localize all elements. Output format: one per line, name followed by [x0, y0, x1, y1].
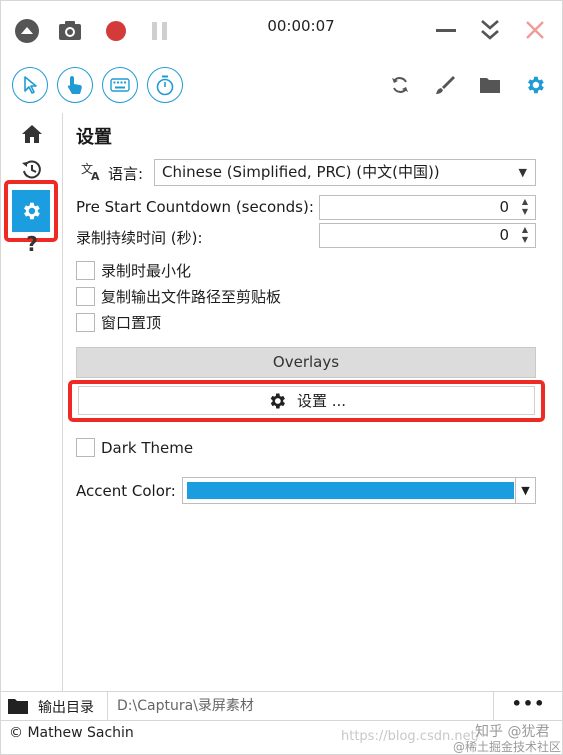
folder-icon[interactable] — [7, 697, 29, 719]
duration-label: 录制持续时间 (秒): — [76, 229, 203, 247]
copyright-text: © Mathew Sachin — [9, 725, 134, 741]
chevron-down-icon: ▼ — [518, 166, 527, 179]
gear-icon[interactable] — [521, 71, 549, 99]
output-bar: 输出目录 D:\Captura\录屏素材 ••• — [1, 691, 563, 721]
recording-timer: 00:00:07 — [267, 17, 335, 35]
timer-icon — [156, 75, 174, 96]
cursor-icon — [24, 76, 37, 94]
checkbox-topmost-label: 窗口置顶 — [101, 314, 162, 332]
duration-value: 0 — [499, 226, 509, 244]
dark-theme-checkbox[interactable] — [76, 438, 95, 457]
refresh-icon[interactable] — [386, 71, 414, 99]
translate-icon: 文A — [81, 161, 103, 185]
duration-stepper[interactable]: 0 ▲ ▼ — [319, 223, 536, 248]
overlay-settings-label: 设置 ... — [296, 392, 347, 410]
dark-theme-label: Dark Theme — [101, 438, 194, 457]
language-label: 语言: — [108, 165, 144, 183]
language-select-value: Chinese (Simplified, PRC) (中文(中国)) — [162, 163, 440, 181]
timer-toggle-button[interactable] — [147, 67, 183, 103]
home-icon[interactable] — [17, 119, 47, 149]
gear-icon — [270, 393, 285, 408]
checkbox-copy-path-label: 复制输出文件路径至剪贴板 — [101, 288, 282, 306]
countdown-value: 0 — [499, 198, 509, 216]
help-icon[interactable]: ? — [17, 229, 47, 259]
page-title: 设置 — [76, 127, 112, 148]
title-bar: 00:00:07 — [1, 1, 563, 59]
sidebar: ? — [1, 113, 63, 691]
output-folder-label: 输出目录 — [38, 700, 94, 716]
checkbox-copy-path[interactable] — [76, 287, 95, 306]
output-path-field[interactable]: D:\Captura\录屏素材 — [107, 692, 494, 720]
checkbox-minimize[interactable] — [76, 261, 95, 280]
close-icon[interactable] — [522, 17, 548, 43]
checkbox-topmost-row[interactable]: 窗口置顶 — [76, 312, 161, 333]
click-icon — [67, 76, 82, 94]
expand-icon[interactable] — [477, 16, 503, 44]
record-icon[interactable] — [103, 18, 129, 44]
folder-icon[interactable] — [476, 71, 504, 99]
overlays-header[interactable]: Overlays — [76, 347, 536, 378]
checkbox-topmost[interactable] — [76, 313, 95, 332]
juejin-watermark: @稀土掘金技术社区 — [453, 740, 562, 754]
checkbox-minimize-label: 录制时最小化 — [101, 262, 192, 280]
dark-theme-row[interactable]: Dark Theme — [76, 438, 193, 457]
minimize-icon[interactable] — [433, 18, 459, 44]
pause-icon[interactable] — [147, 18, 173, 44]
sidebar-item-settings[interactable] — [12, 190, 50, 232]
accent-color-picker[interactable]: ▼ — [182, 477, 536, 504]
keystrokes-toggle-button[interactable] — [102, 67, 138, 103]
stepper-arrows-icon[interactable]: ▲ ▼ — [519, 197, 531, 217]
language-select[interactable]: Chinese (Simplified, PRC) (中文(中国)) ▼ — [154, 159, 536, 186]
more-options-button[interactable]: ••• — [497, 692, 560, 720]
brush-icon[interactable] — [431, 71, 459, 99]
collapse-icon[interactable] — [14, 18, 40, 44]
click-toggle-button[interactable] — [57, 67, 93, 103]
accent-color-swatch — [187, 482, 514, 499]
screenshot-icon[interactable] — [57, 18, 83, 44]
overlay-settings-button[interactable]: 设置 ... — [78, 386, 535, 415]
stepper-arrows-icon[interactable]: ▲ ▼ — [519, 225, 531, 245]
cursor-toggle-button[interactable] — [12, 67, 48, 103]
app-window: 00:00:07 ? 设置 文 A 语言: Chinese (Simplifie… — [0, 0, 563, 755]
checkbox-copy-path-row[interactable]: 复制输出文件路径至剪贴板 — [76, 286, 281, 307]
chevron-down-icon[interactable]: ▼ — [515, 478, 535, 503]
countdown-stepper[interactable]: 0 ▲ ▼ — [319, 195, 536, 220]
svg-text:A: A — [91, 170, 100, 181]
keyboard-icon — [110, 78, 130, 92]
checkbox-minimize-row[interactable]: 录制时最小化 — [76, 260, 191, 281]
accent-color-label: Accent Color: — [76, 482, 176, 500]
countdown-label: Pre Start Countdown (seconds): — [76, 198, 314, 216]
settings-icon — [24, 202, 40, 220]
